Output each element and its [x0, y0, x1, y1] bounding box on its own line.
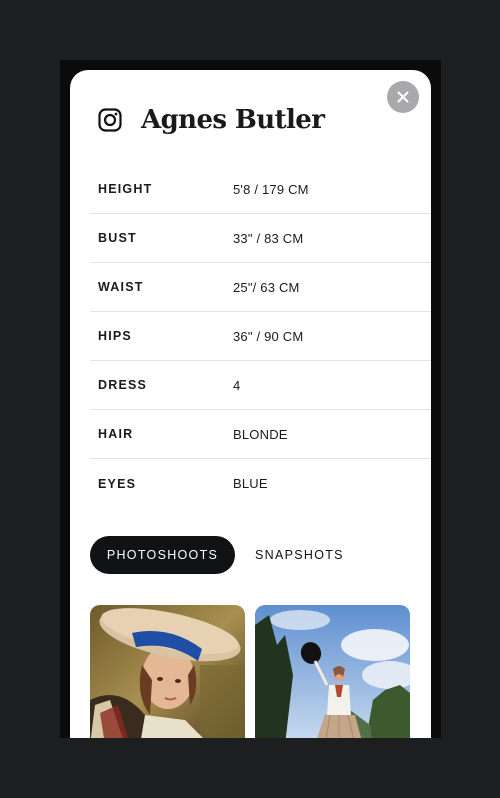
- stat-row-bust: BUST 33" / 83 CM: [90, 214, 431, 263]
- tab-snapshots[interactable]: SNAPSHOTS: [255, 536, 344, 574]
- stat-label: EYES: [98, 476, 137, 491]
- phone-frame: Agnes Butler HEIGHT 5'8 / 179 CM BUST 33…: [60, 60, 441, 738]
- stat-label: HAIR: [98, 427, 134, 441]
- stat-value: 36" / 90 CM: [233, 328, 304, 344]
- stat-label: HEIGHT: [98, 182, 153, 196]
- stat-value: 25"/ 63 CM: [233, 279, 300, 295]
- stat-value: 33" / 83 CM: [233, 230, 304, 246]
- photo-thumbnail-field-hat[interactable]: [255, 605, 410, 738]
- model-name: Agnes Butler: [141, 105, 325, 135]
- instagram-icon[interactable]: [98, 108, 122, 132]
- stat-label: WAIST: [98, 280, 144, 294]
- profile-header: Agnes Butler: [98, 104, 325, 136]
- stat-label: BUST: [98, 231, 137, 245]
- stat-value: BLONDE: [233, 426, 288, 442]
- model-profile-sheet: Agnes Butler HEIGHT 5'8 / 179 CM BUST 33…: [70, 70, 431, 738]
- close-button[interactable]: [387, 81, 419, 113]
- field-photo: [255, 605, 410, 738]
- photo-thumbnail-portrait-hat[interactable]: [90, 605, 245, 738]
- stat-row-eyes: EYES BLUE: [90, 459, 431, 508]
- stat-label: DRESS: [98, 378, 148, 392]
- gallery-tabs: PHOTOSHOOTS SNAPSHOTS: [90, 536, 344, 574]
- close-icon: [397, 91, 409, 103]
- stat-row-waist: WAIST 25"/ 63 CM: [90, 263, 431, 312]
- photo-gallery: [90, 605, 410, 738]
- stat-row-height: HEIGHT 5'8 / 179 CM: [90, 165, 431, 214]
- stat-row-hair: HAIR BLONDE: [90, 410, 431, 459]
- stat-row-dress: DRESS 4: [90, 361, 431, 410]
- stat-label: HIPS: [98, 329, 132, 343]
- tab-photoshoots[interactable]: PHOTOSHOOTS: [90, 536, 235, 574]
- stat-row-hips: HIPS 36" / 90 CM: [90, 312, 431, 361]
- portrait-photo: [90, 605, 245, 738]
- stat-value: BLUE: [233, 476, 268, 491]
- stat-value: 5'8 / 179 CM: [233, 181, 309, 197]
- stat-value: 4: [233, 377, 241, 393]
- measurements-table: HEIGHT 5'8 / 179 CM BUST 33" / 83 CM WAI…: [90, 165, 431, 508]
